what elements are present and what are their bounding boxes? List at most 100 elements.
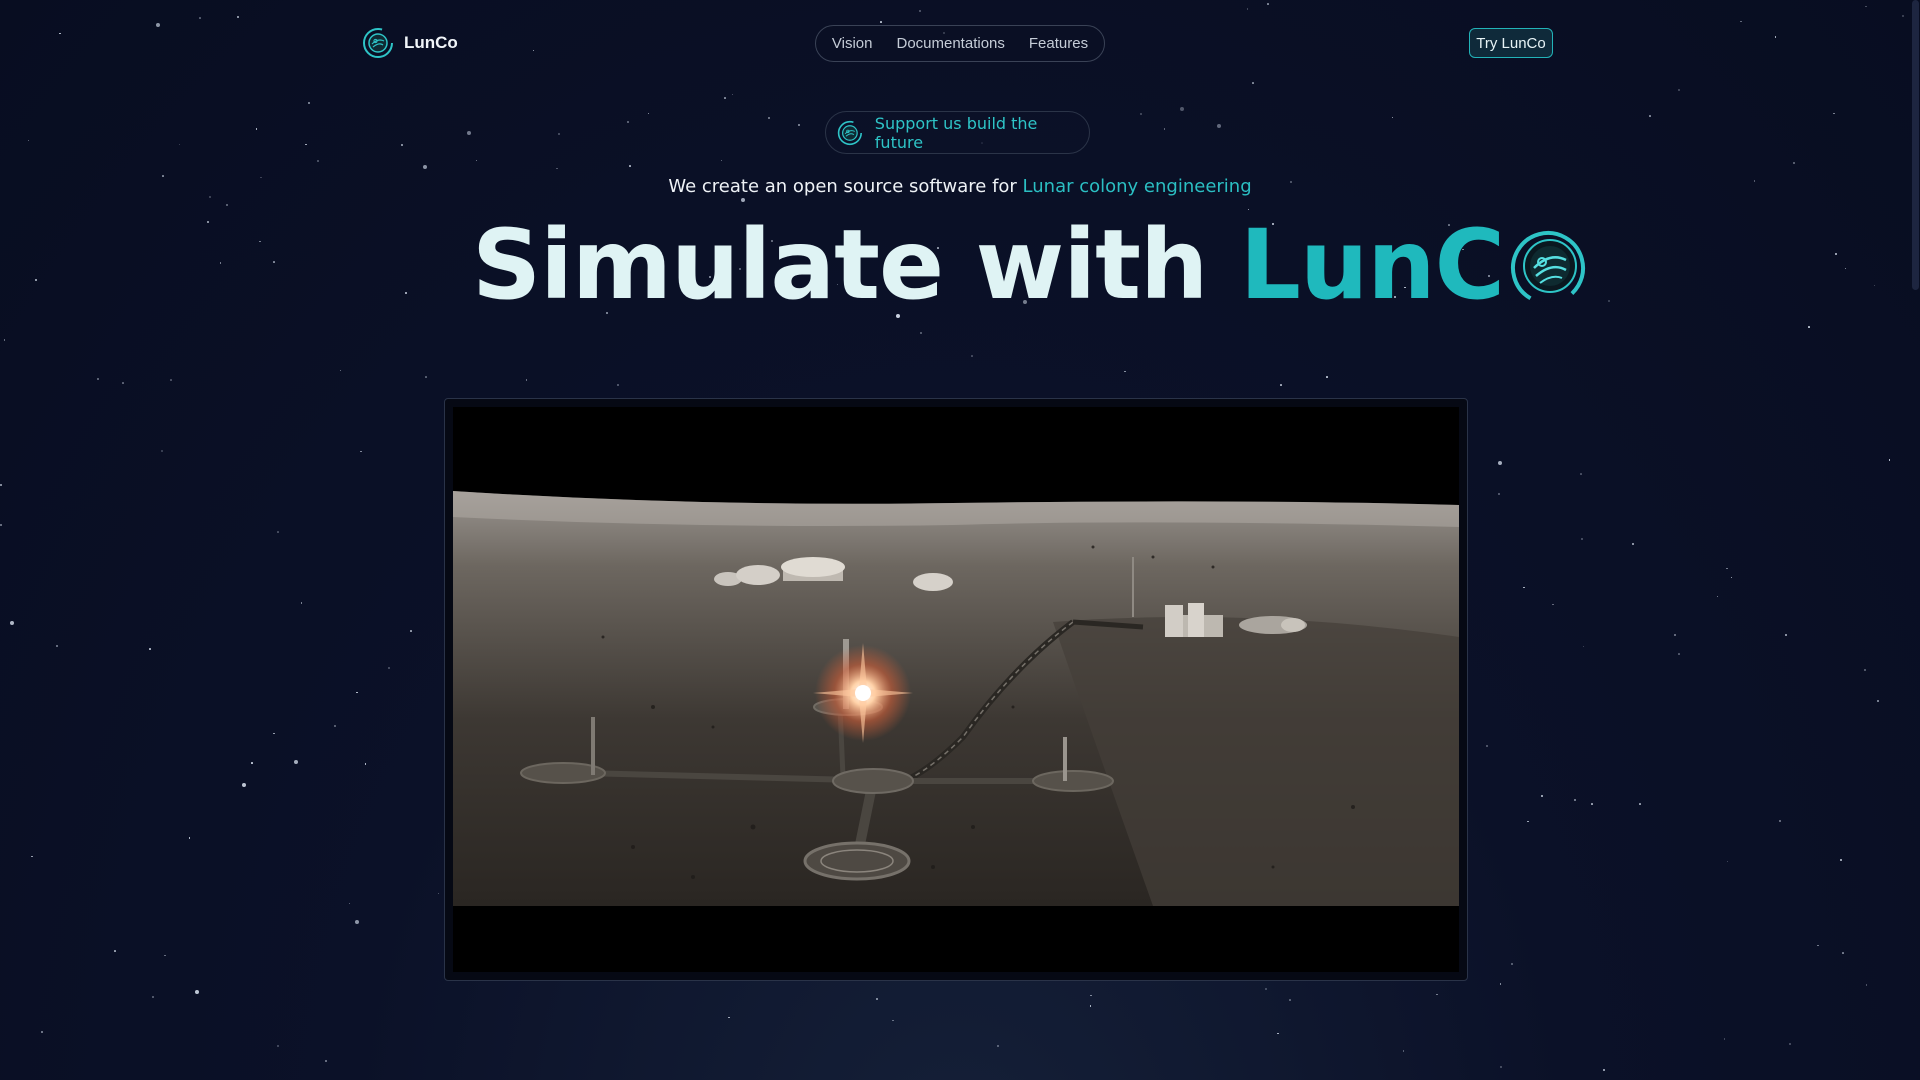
star xyxy=(242,783,247,788)
lunar-surface-scene xyxy=(453,407,1459,972)
star xyxy=(724,97,726,99)
star xyxy=(1844,267,1847,270)
star xyxy=(1498,493,1501,496)
star xyxy=(1674,633,1677,636)
star xyxy=(294,760,299,765)
star xyxy=(388,666,390,669)
star xyxy=(798,123,801,126)
lunar-colony-video[interactable] xyxy=(453,407,1459,972)
star xyxy=(307,101,310,104)
star xyxy=(728,1016,730,1019)
star xyxy=(34,278,37,281)
star xyxy=(401,144,403,147)
star xyxy=(525,379,528,381)
star xyxy=(1608,300,1611,303)
star xyxy=(255,128,258,130)
star xyxy=(410,630,412,632)
star xyxy=(919,332,922,335)
star xyxy=(1163,128,1166,130)
star xyxy=(360,450,362,453)
star xyxy=(273,261,275,263)
star xyxy=(1499,983,1502,985)
star xyxy=(1631,542,1634,545)
star xyxy=(1873,284,1876,287)
star xyxy=(996,1045,999,1048)
star xyxy=(1785,633,1788,636)
star xyxy=(1792,162,1795,165)
hero-title: Simulate with LunC xyxy=(472,209,1505,321)
star xyxy=(348,902,351,905)
top-navigation: LunCo Vision Documentations Features Try… xyxy=(0,0,1920,86)
star xyxy=(629,165,631,167)
brand-name: LunCo xyxy=(404,33,458,52)
star xyxy=(207,220,210,223)
support-badge[interactable]: Support us build the future xyxy=(825,111,1090,154)
star xyxy=(1723,1038,1726,1040)
star xyxy=(97,378,100,381)
star xyxy=(1541,794,1544,797)
star xyxy=(3,339,5,341)
star xyxy=(194,990,199,995)
star xyxy=(647,112,650,115)
star xyxy=(616,384,619,387)
star xyxy=(161,449,164,452)
star xyxy=(251,762,253,764)
star xyxy=(1817,944,1819,947)
star xyxy=(122,382,124,384)
nav-link-features[interactable]: Features xyxy=(1029,35,1088,52)
tagline-accent[interactable]: Lunar colony engineering xyxy=(1023,176,1252,197)
star xyxy=(1835,252,1838,255)
star xyxy=(339,369,342,372)
star xyxy=(151,995,154,998)
brand-logo[interactable]: LunCo xyxy=(362,27,458,59)
star xyxy=(300,602,303,604)
star xyxy=(178,143,181,146)
star xyxy=(626,121,629,124)
star xyxy=(437,892,440,895)
star xyxy=(1888,459,1891,461)
star xyxy=(1716,595,1719,598)
star xyxy=(277,1045,280,1048)
star xyxy=(1842,952,1844,954)
star xyxy=(1217,123,1222,128)
star xyxy=(355,919,360,924)
star xyxy=(164,954,166,957)
star xyxy=(1436,993,1438,996)
page-scrollbar[interactable] xyxy=(1911,0,1920,1080)
star xyxy=(334,724,337,727)
star xyxy=(731,93,734,96)
star xyxy=(1808,326,1810,328)
star xyxy=(1840,858,1843,861)
star xyxy=(1603,1069,1606,1072)
star xyxy=(1486,745,1489,748)
landing-page: LunCo Vision Documentations Features Try… xyxy=(0,0,1920,1080)
star xyxy=(1552,603,1554,606)
star xyxy=(467,131,472,136)
star xyxy=(1264,987,1267,990)
star xyxy=(1089,1005,1092,1007)
star xyxy=(741,197,746,202)
star xyxy=(1527,820,1529,823)
scrollbar-thumb[interactable] xyxy=(1912,0,1919,290)
star xyxy=(875,997,878,1000)
star xyxy=(1730,576,1733,579)
star xyxy=(273,732,275,735)
star xyxy=(1090,994,1092,997)
nav-link-vision[interactable]: Vision xyxy=(832,35,873,52)
nav-link-documentations[interactable]: Documentations xyxy=(896,35,1004,52)
star xyxy=(1523,586,1525,589)
star xyxy=(1391,116,1394,119)
star xyxy=(356,691,358,694)
star xyxy=(1833,112,1835,115)
planet-orbit-icon xyxy=(837,120,862,145)
star xyxy=(1277,1032,1279,1035)
try-lunco-button[interactable]: Try LunCo xyxy=(1469,28,1553,58)
star xyxy=(1139,113,1142,116)
star xyxy=(1865,984,1868,986)
star xyxy=(1726,860,1729,863)
star xyxy=(425,376,427,378)
video-player[interactable] xyxy=(444,398,1468,981)
star xyxy=(1581,538,1584,541)
star xyxy=(225,204,228,207)
tagline-prefix: We create an open source software for xyxy=(668,176,1023,197)
